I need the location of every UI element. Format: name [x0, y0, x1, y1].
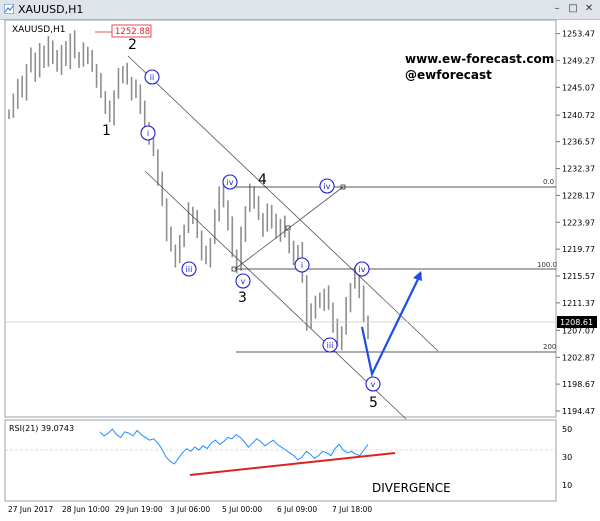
wave-label-2: 2: [128, 37, 137, 53]
chart-window: XAUUSD,H1 – □ ✕ XAUUSD,H1 www.ew-forecas…: [0, 0, 600, 521]
y-tick-label: 1215.57: [562, 272, 595, 281]
x-tick-label: 6 Jul 09:00: [277, 505, 317, 514]
fib-label-200: 200: [543, 343, 556, 351]
y-tick-label: 1194.47: [562, 407, 595, 416]
y-tick-label: 1240.72: [562, 111, 595, 120]
wave-label-5: 5: [369, 395, 378, 411]
y-tick-label: 1202.87: [562, 353, 595, 362]
watermark-handle: @ewforecast: [405, 68, 492, 82]
x-tick-label: 29 Jun 19:00: [115, 505, 163, 514]
x-tick-label: 5 Jul 00:00: [222, 505, 262, 514]
price-axis: 1253.47 1249.27 1245.07 1240.72 1236.57 1232.…: [556, 30, 595, 416]
fib-label-100: 100.0: [537, 261, 557, 269]
watermark-url: www.ew-forecast.com: [405, 52, 554, 66]
wave-label-iv: iv: [359, 265, 366, 274]
rsi-axis: 50 30 10: [562, 425, 572, 490]
rsi-panel: [4, 419, 557, 502]
fib-label-0: 0.0: [543, 178, 554, 186]
x-tick-label: 7 Jul 18:00: [332, 505, 372, 514]
wave-label-3: 3: [238, 290, 247, 306]
wave-label-i: i: [301, 261, 303, 270]
wave-label-4: 4: [258, 172, 267, 188]
title-bar: XAUUSD,H1 – □ ✕: [0, 0, 600, 20]
window-title: XAUUSD,H1: [18, 3, 84, 16]
wave-label-iii: iii: [186, 265, 193, 274]
y-tick-label: 1253.47: [562, 30, 595, 39]
rsi-tick-label: 10: [562, 481, 572, 490]
y-tick-label: 1236.57: [562, 138, 595, 147]
time-axis: 27 Jun 2017 28 Jun 10:00 29 Jun 19:00 3 Jul…: [8, 505, 372, 514]
y-tick-label: 1219.77: [562, 245, 595, 254]
x-tick-label: 27 Jun 2017: [8, 505, 53, 514]
last-price: 1208.61: [560, 318, 593, 327]
y-tick-label: 1232.37: [562, 165, 595, 174]
y-tick-label: 1249.27: [562, 56, 595, 65]
marker-price: 1252.88: [115, 27, 150, 37]
wave-label-ii: ii: [150, 73, 154, 82]
wave-label-iv: iv: [324, 182, 331, 191]
y-tick-label: 1223.97: [562, 218, 595, 227]
wave-label-v: v: [371, 380, 376, 389]
y-tick-label: 1211.37: [562, 299, 595, 308]
maximize-icon[interactable]: □: [566, 3, 580, 15]
chart-icon: [4, 4, 14, 14]
rsi-tick-label: 50: [562, 425, 572, 434]
wave-label-iii: iii: [327, 341, 334, 350]
x-tick-label: 3 Jul 06:00: [170, 505, 210, 514]
chart-svg: XAUUSD,H1 www.ew-forecast.com @ewforecas…: [4, 19, 597, 514]
divergence-label: DIVERGENCE: [372, 481, 451, 495]
y-tick-label: 1228.17: [562, 191, 595, 200]
x-tick-label: 28 Jun 10:00: [62, 505, 110, 514]
rsi-tick-label: 30: [562, 453, 572, 462]
wave-label-i: i: [147, 129, 149, 138]
wave-label-1: 1: [102, 123, 111, 139]
rsi-label: RSI(21) 39.0743: [9, 424, 74, 433]
wave-label-v: v: [241, 277, 246, 286]
symbol-label: XAUUSD,H1: [12, 25, 66, 35]
y-tick-label: 1245.07: [562, 83, 595, 92]
minimize-icon[interactable]: –: [550, 3, 564, 15]
y-tick-label: 1198.67: [562, 380, 595, 389]
wave-label-iv: iv: [227, 178, 234, 187]
close-icon[interactable]: ✕: [582, 3, 596, 15]
